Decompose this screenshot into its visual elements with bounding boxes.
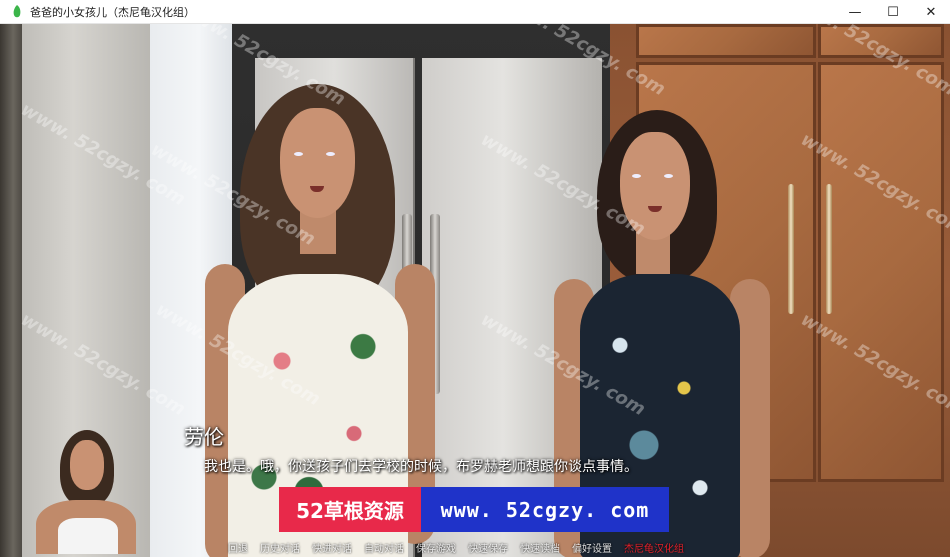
eye <box>326 152 335 156</box>
quick-menu-save[interactable]: 保存游戏 <box>416 540 456 555</box>
quick-menu-back[interactable]: 回退 <box>228 540 248 555</box>
cabinet-door <box>818 62 944 482</box>
quick-menu-auto[interactable]: 自动对话 <box>364 540 404 555</box>
character-face <box>620 132 690 240</box>
character-face <box>280 108 355 218</box>
eye <box>632 174 641 178</box>
close-button[interactable]: ✕ <box>912 0 950 24</box>
cabinet-handle <box>826 184 832 314</box>
game-viewport[interactable]: www. 52cgzy. com www. 52cgzy. com www. 5… <box>0 24 950 557</box>
game-icon <box>10 4 24 19</box>
cabinet-door <box>818 24 944 58</box>
quick-menu-preferences[interactable]: 偏好设置 <box>572 540 612 555</box>
mouth <box>310 186 324 192</box>
quick-menu-credits[interactable]: 杰尼龟汉化组 <box>624 540 684 555</box>
mouth <box>648 206 662 212</box>
banner-site-url: www. 52cgzy. com <box>421 487 669 532</box>
watermark-banner: 52草根资源 www. 52cgzy. com <box>279 487 669 532</box>
dialogue-text[interactable]: 我也是。哦，你送孩子们去学校的时候，布罗赫老师想跟你谈点事情。 <box>204 456 638 476</box>
portrait-face <box>70 440 104 490</box>
quick-menu-quick-save[interactable]: 快速保存 <box>468 540 508 555</box>
cabinet-door <box>636 24 816 58</box>
window-controls: — ☐ ✕ <box>836 0 950 24</box>
minimize-button[interactable]: — <box>836 0 874 24</box>
portrait-top <box>58 518 118 554</box>
eye <box>294 152 303 156</box>
speaker-portrait <box>14 426 146 554</box>
maximize-button[interactable]: ☐ <box>874 0 912 24</box>
quick-menu-history[interactable]: 历史对话 <box>260 540 300 555</box>
speaker-name: 劳伦 <box>184 425 224 449</box>
quick-menu: 回退 历史对话 快进对话 自动对话 保存游戏 快速保存 快速读档 偏好设置 杰尼… <box>228 537 684 557</box>
window-titlebar: 爸爸的小女孩儿（杰尼龟汉化组） — ☐ ✕ <box>0 0 950 24</box>
banner-site-name: 52草根资源 <box>279 487 421 532</box>
quick-menu-quick-load[interactable]: 快速读档 <box>520 540 560 555</box>
quick-menu-skip[interactable]: 快进对话 <box>312 540 352 555</box>
eye <box>664 174 673 178</box>
cabinet-handle <box>788 184 794 314</box>
window-title: 爸爸的小女孩儿（杰尼龟汉化组） <box>30 5 195 19</box>
